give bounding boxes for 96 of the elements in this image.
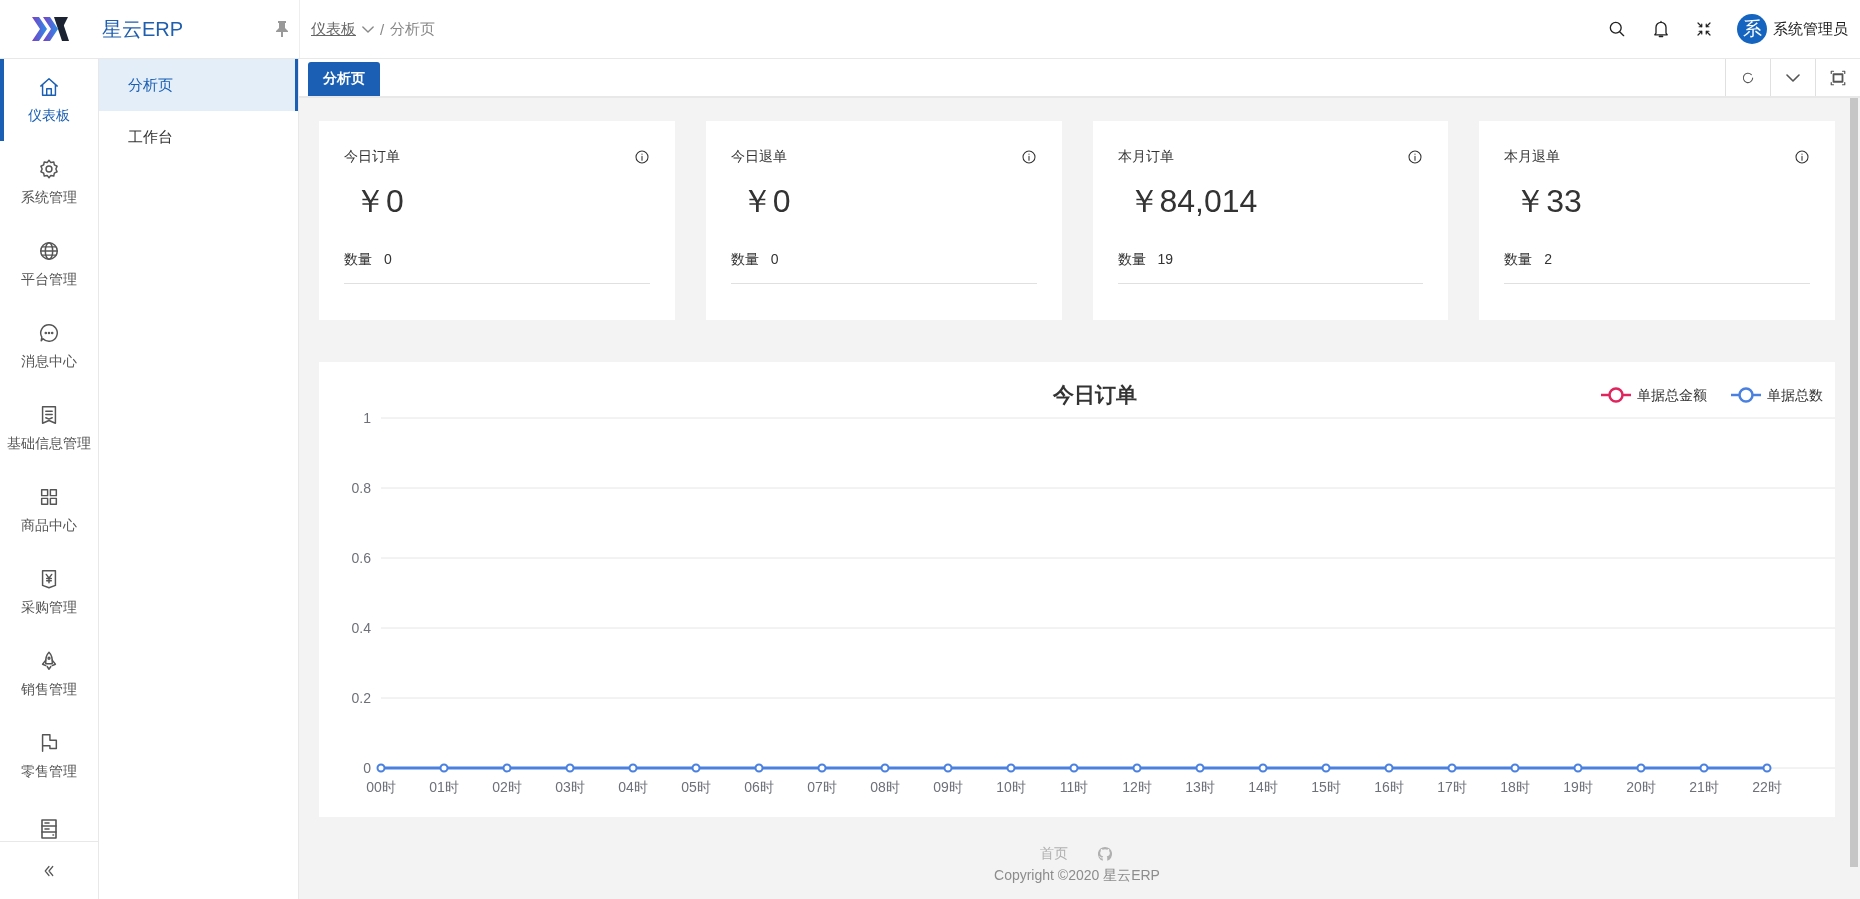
axis-label: 19时 xyxy=(1563,779,1593,795)
user-name[interactable]: 系统管理员 xyxy=(1773,19,1848,39)
axis-label: 03时 xyxy=(555,779,585,795)
count-label: 数量 xyxy=(730,251,759,269)
axis-label: 0.6 xyxy=(351,550,371,566)
stat-title: 本月订单 xyxy=(1117,148,1174,166)
brand-name: 星云ERP xyxy=(102,16,184,42)
axis-label: 15时 xyxy=(1311,779,1341,795)
axis-label: 0 xyxy=(363,760,371,776)
bell-icon xyxy=(1651,19,1671,39)
axis-label: 20时 xyxy=(1626,779,1656,795)
axis-label: 17时 xyxy=(1437,779,1467,795)
pin-icon[interactable] xyxy=(275,20,289,38)
stat-value: ￥84,014 xyxy=(1127,182,1259,221)
axis-label: 1 xyxy=(363,410,371,426)
sidebar-item[interactable]: 商品中心 xyxy=(0,469,98,551)
axis-label: 01时 xyxy=(429,779,459,795)
chevron-down-icon xyxy=(362,25,374,33)
breadcrumb-item: 分析页 xyxy=(390,19,436,39)
tab[interactable]: 分析页 xyxy=(308,62,380,96)
breadcrumb-item[interactable]: 仪表板 xyxy=(311,19,356,39)
sidebar-label[interactable]: 销售管理 xyxy=(21,680,77,699)
axis-label: 11时 xyxy=(1059,779,1089,795)
sidebar-item[interactable]: 采购管理 xyxy=(0,551,98,633)
home-icon xyxy=(38,75,60,98)
axis-label: 21时 xyxy=(1689,779,1719,795)
axis-label: 05时 xyxy=(681,779,711,795)
stat-value: ￥33 xyxy=(1514,182,1583,221)
sidebar-label[interactable]: 商品中心 xyxy=(21,516,77,535)
axis-label: 13时 xyxy=(1185,779,1215,795)
stat-title: 今日订单 xyxy=(344,148,400,166)
breadcrumb-separator: / xyxy=(380,20,385,38)
chart-title: 今日订单 xyxy=(1053,383,1137,406)
sidebar-item[interactable]: 基础信息管理 xyxy=(0,387,98,469)
axis-label: 12时 xyxy=(1122,779,1152,795)
axis-label: 14时 xyxy=(1248,779,1278,795)
axis-label: 08时 xyxy=(870,779,900,795)
axis-label: 16时 xyxy=(1374,779,1404,795)
logo-icon xyxy=(30,14,70,44)
axis-label: 07时 xyxy=(807,779,837,795)
info-icon xyxy=(1020,149,1037,165)
sidebar-label[interactable]: 系统管理 xyxy=(21,188,77,207)
axis-label: 0.8 xyxy=(351,480,371,496)
sidebar-item[interactable]: 消息中心 xyxy=(0,305,98,387)
count-label: 数量 xyxy=(1117,251,1146,269)
legend-marker-icon[interactable] xyxy=(1601,387,1631,403)
sidebar-label[interactable]: 平台管理 xyxy=(21,270,77,289)
stat-title: 本月退单 xyxy=(1504,148,1561,166)
axis-label: 04时 xyxy=(618,779,648,795)
sidebar-label[interactable]: 采购管理 xyxy=(21,598,77,617)
search-icon xyxy=(1607,19,1627,39)
user-avatar[interactable]: 系 xyxy=(1737,14,1767,44)
chat-bubble-icon xyxy=(38,321,60,344)
globe-icon xyxy=(38,239,60,262)
count-value: 0 xyxy=(384,251,392,269)
gear-icon xyxy=(38,157,60,180)
github-icon xyxy=(1096,845,1114,863)
sidebar-label[interactable]: 零售管理 xyxy=(21,762,77,781)
scrollbar-thumb[interactable] xyxy=(1850,98,1858,867)
axis-label: 02时 xyxy=(492,779,522,795)
legend-marker-icon[interactable] xyxy=(1731,387,1761,403)
axis-label: 06时 xyxy=(744,779,774,795)
info-icon xyxy=(1407,149,1424,165)
sidebar-item[interactable]: 销售管理 xyxy=(0,633,98,715)
sidebar-item[interactable]: 平台管理 xyxy=(0,223,98,305)
count-value: 0 xyxy=(770,251,779,269)
stat-title: 今日退单 xyxy=(730,148,787,166)
collapse-arrows-icon xyxy=(1695,20,1713,38)
fullscreen-icon xyxy=(1829,68,1847,87)
axis-label: 22时 xyxy=(1752,779,1782,795)
count-label: 数量 xyxy=(1504,251,1533,269)
axis-label: 0.4 xyxy=(351,620,371,636)
chevron-down-icon xyxy=(1786,73,1800,82)
axis-label: 18时 xyxy=(1500,779,1530,795)
sidebar-label[interactable]: 仪表板 xyxy=(28,106,70,125)
count-label: 数量 xyxy=(344,251,372,269)
axis-label: 00时 xyxy=(366,779,396,795)
stat-value: ￥0 xyxy=(354,182,405,221)
info-icon xyxy=(1794,149,1810,165)
submenu-item[interactable]: 工作台 xyxy=(99,111,298,163)
axis-label: 0.2 xyxy=(351,690,371,706)
count-value: 19 xyxy=(1157,251,1174,269)
legend-label[interactable]: 单据总数 xyxy=(1767,387,1823,403)
legend-label[interactable]: 单据总金额 xyxy=(1637,387,1707,403)
count-value: 2 xyxy=(1544,251,1553,269)
sidebar-item[interactable]: 系统管理 xyxy=(0,141,98,223)
info-icon xyxy=(633,149,650,165)
server-icon xyxy=(41,819,57,839)
stat-value: ￥0 xyxy=(740,182,792,221)
sidebar-item[interactable]: 零售管理 xyxy=(0,715,98,797)
sidebar-label[interactable]: 消息中心 xyxy=(21,352,77,371)
submenu-item[interactable]: 分析页 xyxy=(99,59,298,111)
sidebar-label[interactable]: 基础信息管理 xyxy=(7,434,91,453)
copyright-text: Copyright ©2020 星云ERP xyxy=(994,867,1160,885)
axis-label: 09时 xyxy=(933,779,963,795)
axis-label: 10时 xyxy=(996,779,1026,795)
